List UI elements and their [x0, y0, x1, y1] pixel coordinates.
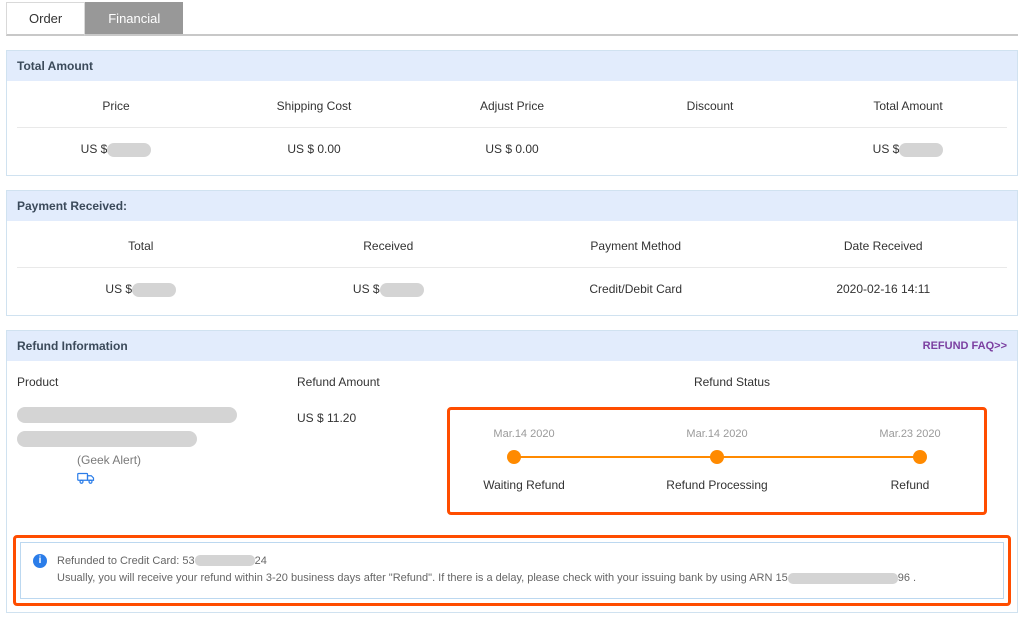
refund-row: (Geek Alert) US $ 11.20 Mar.14 2020 — [7, 403, 1017, 535]
redacted-product-line — [17, 407, 237, 423]
col-price: Price — [17, 99, 215, 113]
notice-line1-prefix: Refunded to Credit Card: 53 — [57, 555, 195, 567]
payment-received-title: Payment Received: — [17, 199, 127, 213]
step-dot-1 — [507, 450, 521, 464]
col-refund-status: Refund Status — [457, 375, 1007, 389]
col-refund-amount: Refund Amount — [297, 375, 457, 389]
refund-product-cell: (Geek Alert) — [17, 407, 297, 490]
price-prefix: US $ — [81, 142, 108, 156]
col-shipping: Shipping Cost — [215, 99, 413, 113]
refund-step-labels: Waiting Refund Refund Processing Refund — [464, 478, 970, 492]
step-date-1: Mar.14 2020 — [464, 428, 584, 440]
payment-values: US $ US $ Credit/Debit Card 2020-02-16 1… — [17, 268, 1007, 315]
redacted-amount — [380, 283, 424, 297]
col-total: Total Amount — [809, 99, 1007, 113]
val-shipping: US $ 0.00 — [215, 142, 413, 157]
redacted-amount — [107, 143, 151, 157]
step-label-2: Refund Processing — [657, 478, 777, 492]
col-adjust: Adjust Price — [413, 99, 611, 113]
refund-amount-cell: US $ 11.20 — [297, 407, 457, 425]
step-date-2: Mar.14 2020 — [657, 428, 777, 440]
payment-column-headers: Total Received Payment Method Date Recei… — [17, 221, 1007, 268]
refund-notice: i Refunded to Credit Card: 53 24 Usually,… — [20, 542, 1004, 599]
section-total-amount: Total Amount Price Shipping Cost Adjust … — [6, 50, 1018, 176]
redacted-arn — [788, 573, 898, 584]
col-pay-received: Received — [265, 239, 513, 253]
val-pay-total: US $ — [17, 282, 265, 297]
refund-step-track — [514, 450, 920, 464]
redacted-amount — [132, 283, 176, 297]
val-pay-method: Credit/Debit Card — [512, 282, 760, 297]
val-pay-received: US $ — [265, 282, 513, 297]
step-date-3: Mar.23 2020 — [850, 428, 970, 440]
col-pay-date: Date Received — [760, 239, 1008, 253]
redacted-amount — [899, 143, 943, 157]
refund-status-cell: Mar.14 2020 Mar.14 2020 Mar.23 2020 Wait… — [457, 407, 1007, 515]
val-pay-date: 2020-02-16 14:11 — [760, 282, 1008, 297]
refund-notice-text: Refunded to Credit Card: 53 24 Usually, y… — [57, 553, 916, 588]
section-refund-info: Refund Information REFUND FAQ>> Product … — [6, 330, 1018, 613]
refund-info-header: Refund Information REFUND FAQ>> — [7, 331, 1017, 361]
step-dot-3 — [913, 450, 927, 464]
notice-line2-prefix: Usually, you will receive your refund wi… — [57, 572, 788, 584]
refund-amount-value: US $ 11.20 — [297, 411, 356, 425]
refund-info-title: Refund Information — [17, 339, 128, 353]
val-adjust: US $ 0.00 — [413, 142, 611, 157]
payment-received-header: Payment Received: — [7, 191, 1017, 221]
total-amount-column-headers: Price Shipping Cost Adjust Price Discoun… — [17, 81, 1007, 128]
col-pay-total: Total — [17, 239, 265, 253]
val-total: US $ — [809, 142, 1007, 157]
val-price: US $ — [17, 142, 215, 157]
notice-line1-suffix: 24 — [255, 555, 267, 567]
refund-step-dates: Mar.14 2020 Mar.14 2020 Mar.23 2020 — [464, 428, 970, 440]
refund-status-highlight: Mar.14 2020 Mar.14 2020 Mar.23 2020 Wait… — [447, 407, 987, 515]
total-amount-header: Total Amount — [7, 51, 1017, 81]
step-label-3: Refund — [850, 478, 970, 492]
tab-financial[interactable]: Financial — [85, 2, 183, 34]
shipping-truck-icon — [17, 471, 297, 490]
tab-order[interactable]: Order — [6, 2, 85, 36]
notice-line2-suffix: 96 . — [898, 572, 916, 584]
step-dot-2 — [710, 450, 724, 464]
refund-notice-highlight: i Refunded to Credit Card: 53 24 Usually,… — [13, 535, 1011, 606]
col-refund-product: Product — [17, 375, 297, 389]
redacted-card-digits — [195, 555, 255, 566]
col-pay-method: Payment Method — [512, 239, 760, 253]
info-icon: i — [33, 554, 47, 568]
col-discount: Discount — [611, 99, 809, 113]
pay-received-prefix: US $ — [353, 282, 380, 296]
tabs: Order Financial — [6, 2, 1018, 36]
total-amount-values: US $ US $ 0.00 US $ 0.00 US $ — [17, 128, 1007, 175]
refund-product-name: (Geek Alert) — [17, 447, 297, 471]
step-label-1: Waiting Refund — [464, 478, 584, 492]
refund-faq-link[interactable]: REFUND FAQ>> — [923, 340, 1007, 352]
total-prefix: US $ — [873, 142, 900, 156]
val-discount — [611, 142, 809, 157]
total-amount-title: Total Amount — [17, 59, 93, 73]
redacted-product-line — [17, 431, 197, 447]
refund-column-headers: Product Refund Amount Refund Status — [7, 361, 1017, 403]
section-payment-received: Payment Received: Total Received Payment… — [6, 190, 1018, 316]
pay-total-prefix: US $ — [105, 282, 132, 296]
